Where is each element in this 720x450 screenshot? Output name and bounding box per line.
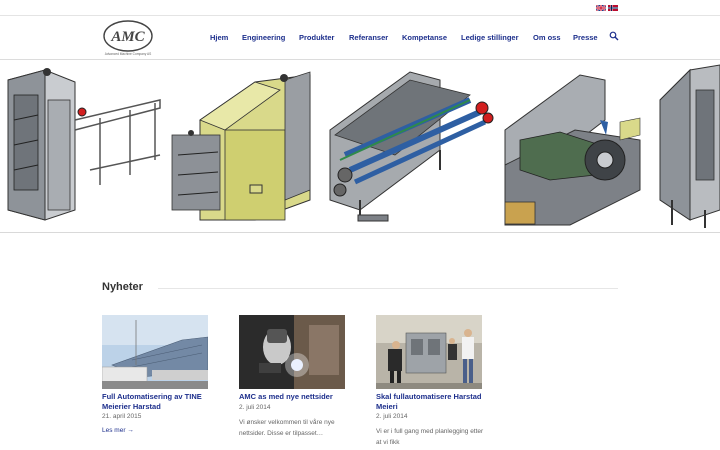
- news-date: 2. juli 2014: [239, 403, 271, 411]
- news-post: Skal fullautomatisere Harstad Meieri 2. …: [376, 315, 494, 448]
- machine-carousel-illustration: [504, 74, 641, 226]
- news-post: Full Automatisering av TINE Meierier Har…: [102, 315, 220, 434]
- news-excerpt: Vi ønsker velkommen til våre nye nettsid…: [239, 418, 335, 437]
- nav-item-produkter[interactable]: Produkter: [299, 33, 334, 42]
- news-title[interactable]: Full Automatisering av TINE Meierier Har…: [102, 392, 220, 411]
- machine-conveyor-illustration: [329, 71, 494, 222]
- machine-frame-illustration: [7, 68, 161, 221]
- news-title[interactable]: AMC as med nye nettsider: [239, 392, 357, 402]
- nav-item-referanser[interactable]: Referanser: [349, 33, 388, 42]
- nav-item-om-oss[interactable]: Om oss: [533, 33, 561, 42]
- news-date: 21. april 2015: [102, 413, 142, 420]
- logo-text: AMC: [110, 29, 145, 45]
- amc-logo[interactable]: AMC Advanced Machine Company AS: [102, 19, 154, 57]
- machine-cabinet-illustration: [171, 71, 311, 221]
- nav-item-presse[interactable]: Presse: [573, 33, 598, 42]
- machines-illustration: [7, 64, 720, 228]
- read-more-link[interactable]: Les mer →: [102, 427, 220, 434]
- top-bar: [0, 0, 720, 16]
- news-title[interactable]: Skal fullautomatisere Harstad Meieri: [376, 392, 494, 411]
- search-icon[interactable]: [609, 31, 619, 41]
- hero-banner: [0, 60, 720, 233]
- norwegian-flag-icon[interactable]: [608, 5, 618, 11]
- nav-item-kompetanse[interactable]: Kompetanse: [402, 33, 447, 42]
- machine-column-illustration: [659, 64, 720, 228]
- news-excerpt: Vi er i full gang med planlegging etter …: [376, 428, 484, 446]
- news-post: AMC as med nye nettsider 2. juli 2014 Vi…: [239, 315, 357, 439]
- site-header: AMC Advanced Machine Company AS Hjem Eng…: [0, 16, 720, 60]
- nav-item-hjem[interactable]: Hjem: [210, 33, 228, 42]
- nav-item-ledige-stillinger[interactable]: Ledige stillinger: [461, 33, 519, 42]
- logo-tagline: Advanced Machine Company AS: [105, 52, 152, 56]
- news-thumbnail[interactable]: [376, 315, 482, 389]
- news-divider: [158, 288, 618, 289]
- news-heading: Nyheter: [102, 281, 143, 293]
- news-thumbnail[interactable]: [102, 315, 208, 389]
- news-thumbnail[interactable]: [239, 315, 345, 389]
- nav-item-engineering[interactable]: Engineering: [242, 33, 285, 42]
- english-flag-icon[interactable]: [596, 5, 606, 11]
- news-date: 2. juli 2014: [376, 413, 408, 420]
